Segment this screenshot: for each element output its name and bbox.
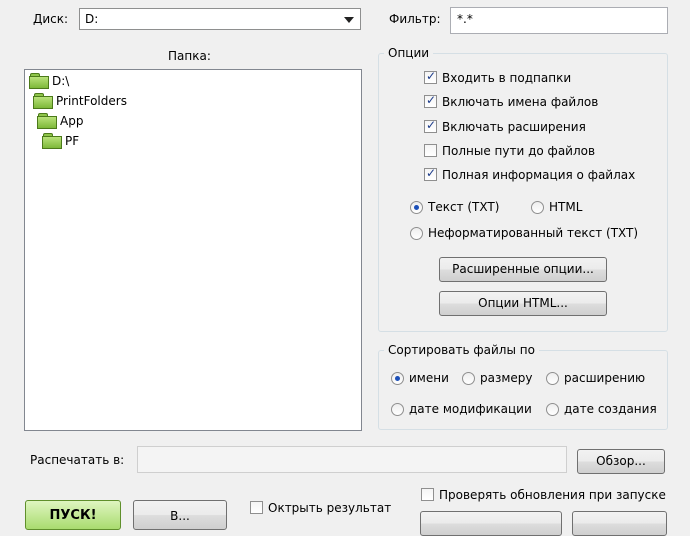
checkbox-extensions[interactable] xyxy=(424,118,437,133)
checkbox-filenames[interactable] xyxy=(424,93,437,108)
radio-format-html[interactable] xyxy=(531,201,544,214)
drive-select[interactable]: D: xyxy=(79,8,361,30)
radio-sort-extension-label: расширению xyxy=(564,371,646,385)
secondary-button[interactable]: В... xyxy=(133,500,227,530)
checkbox-full-paths[interactable] xyxy=(424,144,437,157)
print-to-label: Распечатать в: xyxy=(30,453,125,467)
checkbox-subfolders-label: Входить в подпапки xyxy=(442,71,572,85)
bottom-button-left[interactable] xyxy=(420,511,562,536)
radio-sort-name[interactable] xyxy=(391,372,404,385)
radio-sort-modified[interactable] xyxy=(391,403,404,416)
sort-title: Сортировать файлы по xyxy=(384,343,539,357)
radio-format-txt-label: Текст (TXT) xyxy=(428,200,500,214)
filter-label: Фильтр: xyxy=(389,12,441,26)
html-options-button[interactable]: Опции HTML... xyxy=(439,291,607,316)
checkbox-filenames-label: Включать имена файлов xyxy=(442,95,599,109)
folder-label: Папка: xyxy=(168,49,211,63)
radio-format-plain-label: Неформатированный текст (TXT) xyxy=(428,226,639,240)
folder-icon xyxy=(42,133,62,149)
radio-sort-name-label: имени xyxy=(409,371,449,385)
folder-icon xyxy=(37,113,57,129)
radio-sort-created[interactable] xyxy=(546,403,559,416)
radio-sort-size-label: размеру xyxy=(480,371,533,385)
radio-sort-created-label: дате создания xyxy=(564,402,657,416)
radio-format-txt[interactable] xyxy=(410,201,423,214)
go-button[interactable]: ПУСК! xyxy=(25,500,121,530)
browse-button[interactable]: Обзор... xyxy=(577,449,665,474)
sort-group xyxy=(378,350,668,430)
checkbox-extensions-label: Включать расширения xyxy=(442,120,586,134)
print-to-input[interactable] xyxy=(137,446,567,473)
radio-sort-modified-label: дате модификации xyxy=(409,402,532,416)
filter-value: *.* xyxy=(457,12,473,26)
radio-format-plain[interactable] xyxy=(410,227,423,240)
checkbox-subfolders[interactable] xyxy=(424,69,437,84)
options-title: Опции xyxy=(384,46,434,60)
radio-format-html-label: HTML xyxy=(549,200,583,214)
checkbox-full-info[interactable] xyxy=(424,166,437,181)
checkbox-open-result-label: Октрыть результат xyxy=(268,501,392,515)
checkbox-open-result[interactable] xyxy=(250,501,263,514)
folder-icon xyxy=(29,73,49,89)
radio-sort-extension[interactable] xyxy=(546,372,559,385)
checkbox-check-updates[interactable] xyxy=(421,488,434,501)
bottom-button-right[interactable] xyxy=(572,511,667,536)
drive-label: Диск: xyxy=(33,12,69,26)
filter-input[interactable]: *.* xyxy=(450,7,668,34)
checkbox-full-paths-label: Полные пути до файлов xyxy=(442,144,596,158)
drive-value: D: xyxy=(85,12,99,26)
folder-icon xyxy=(33,93,53,109)
radio-sort-size[interactable] xyxy=(462,372,475,385)
checkbox-full-info-label: Полная информация о файлах xyxy=(442,168,636,182)
checkbox-check-updates-label: Проверять обновления при запуске xyxy=(439,488,666,502)
advanced-options-button[interactable]: Расширенные опции... xyxy=(439,257,607,282)
folder-tree[interactable]: D:\ PrintFolders App PF xyxy=(24,69,362,431)
chevron-down-icon xyxy=(344,17,354,23)
